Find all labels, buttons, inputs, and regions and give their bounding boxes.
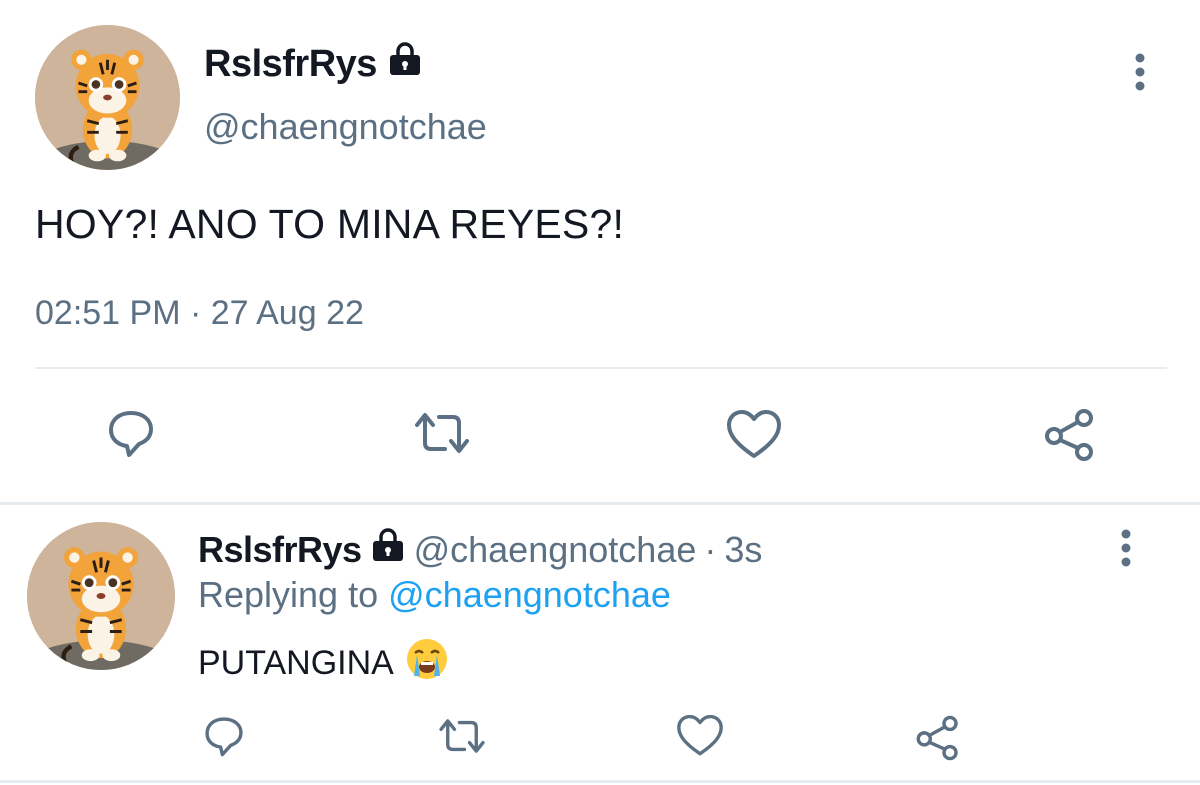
replying-to-link[interactable]: @chaengnotchae [388, 574, 671, 615]
divider [0, 780, 1200, 783]
reply-icon[interactable] [103, 405, 159, 461]
avatar[interactable] [27, 522, 175, 670]
crying-face-emoji [404, 636, 450, 691]
more-vertical-icon[interactable] [1122, 52, 1158, 92]
replying-to-label: Replying to [198, 574, 379, 615]
tiger-avatar-image [35, 25, 180, 170]
more-vertical-icon[interactable] [1108, 528, 1144, 568]
retweet-icon[interactable] [410, 405, 474, 461]
reply-icon[interactable] [200, 712, 248, 760]
lock-icon [387, 42, 423, 86]
reply-header: RslsfrRys @chaengnotchae · 3s [198, 528, 762, 571]
tweet-text: HOY?! ANO TO MINA REYES?! [35, 201, 625, 247]
heart-icon[interactable] [674, 712, 726, 760]
tweet-text: PUTANGINA [198, 636, 450, 691]
display-name[interactable]: RslsfrRys [198, 529, 362, 571]
retweet-icon[interactable] [434, 712, 490, 760]
display-name-text: RslsfrRys [204, 42, 377, 85]
display-name[interactable]: RslsfrRys [204, 42, 423, 86]
tweet-time[interactable]: 3s [724, 529, 762, 571]
heart-icon[interactable] [724, 407, 784, 463]
user-handle[interactable]: @chaengnotchae [414, 529, 697, 571]
avatar[interactable] [35, 25, 180, 170]
share-icon[interactable] [912, 712, 964, 764]
separator: · [704, 528, 717, 570]
user-handle[interactable]: @chaengnotchae [204, 106, 487, 148]
divider [35, 367, 1167, 369]
replying-to: Replying to @chaengnotchae [198, 574, 671, 616]
tiger-avatar-image [27, 522, 175, 670]
divider [0, 502, 1200, 505]
tweet-text-content: PUTANGINA [198, 644, 394, 682]
lock-icon [370, 528, 406, 571]
share-icon[interactable] [1040, 405, 1100, 465]
tweet-timestamp[interactable]: 02:51 PM · 27 Aug 22 [35, 294, 364, 333]
